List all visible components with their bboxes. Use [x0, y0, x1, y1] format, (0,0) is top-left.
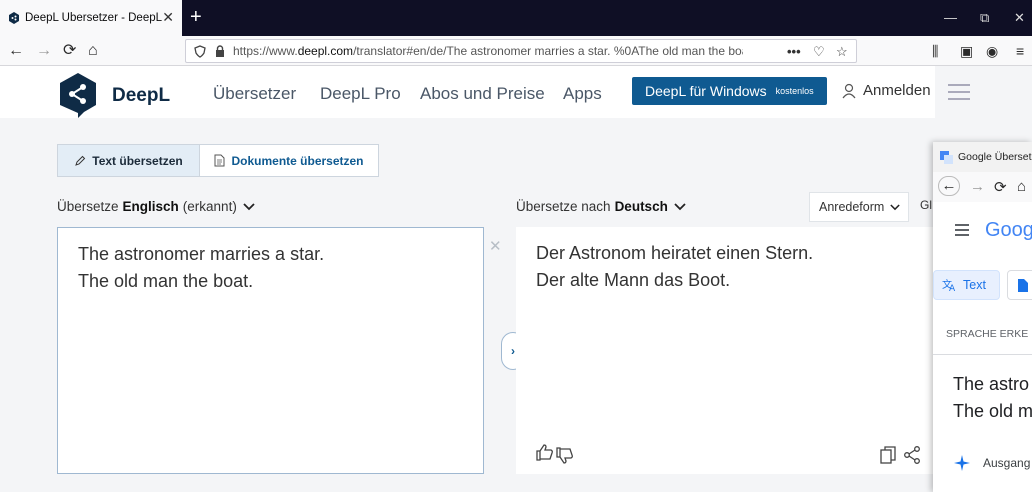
google-document-mode-button[interactable]	[1007, 270, 1032, 300]
share-icon[interactable]	[904, 446, 920, 464]
chevron-down-icon	[243, 202, 255, 210]
tab-translate-text-label: Text übersetzen	[92, 153, 183, 168]
forward-arrow-icon[interactable]: →	[970, 178, 985, 195]
window-restore-icon[interactable]: ⧉	[980, 10, 989, 26]
target-language-name: Deutsch	[614, 199, 668, 214]
tab-close-icon[interactable]: ✕	[162, 10, 174, 24]
url-text: https://www.deepl.com/translator#en/de/T…	[233, 44, 743, 58]
target-text-line: Der Astronom heiratet einen Stern.	[536, 243, 814, 263]
pencil-icon	[75, 155, 86, 166]
url-prefix: https://www.	[233, 44, 298, 58]
formality-dropdown[interactable]: Anredeform	[809, 192, 909, 222]
nav-apps-link[interactable]: Apps	[563, 84, 602, 104]
thumbs-down-icon[interactable]	[556, 447, 574, 465]
nav-deepl-pro-link[interactable]: DeepL Pro	[320, 84, 401, 104]
source-text-line: The old man the boat.	[78, 271, 254, 291]
login-button[interactable]: Anmelden	[842, 82, 931, 99]
google-nav-bar: ← → ⟳ ⌂	[933, 172, 1032, 202]
page-actions-icon[interactable]: •••	[787, 44, 801, 59]
sidebar-icon[interactable]: ▣	[960, 42, 973, 60]
thumbs-up-icon[interactable]	[536, 443, 554, 461]
clear-text-icon[interactable]: ✕	[489, 237, 502, 255]
google-source-line: The old m	[953, 401, 1032, 421]
browser-tab-strip: DeepL Übersetzer - DeepL Tran ✕ + — ⧉ ✕	[0, 0, 1032, 36]
deepl-favicon-icon	[9, 12, 19, 24]
browser-tab-title: DeepL Übersetzer - DeepL Tran	[25, 12, 165, 24]
source-language-detected: (erkannt)	[182, 199, 237, 214]
menu-icon[interactable]: ≡	[1016, 42, 1024, 60]
home-icon[interactable]: ⌂	[88, 42, 98, 60]
reload-icon[interactable]: ⟳	[994, 178, 1007, 196]
library-icon[interactable]: ⫼	[932, 42, 938, 60]
translate-icon: 文A	[942, 278, 956, 292]
tab-translate-documents-label: Dokumente übersetzen	[231, 153, 364, 168]
document-icon	[214, 154, 225, 167]
google-detect-language-tab[interactable]: SPRACHE ERKE	[946, 328, 1028, 340]
login-label: Anmelden	[863, 82, 931, 99]
formality-label: Anredeform	[819, 200, 885, 214]
download-windows-badge: kostenlos	[775, 86, 814, 96]
glossary-button-partial[interactable]: Gl	[920, 198, 932, 212]
google-text-mode-label: Text	[963, 278, 986, 292]
account-icon[interactable]: ◉	[986, 42, 998, 60]
url-path: /translator#en/de/The astronomer marries…	[353, 44, 743, 58]
google-translate-favicon-icon	[940, 150, 953, 164]
google-suggestion-label: Ausgang	[983, 456, 1031, 470]
google-menu-icon[interactable]	[955, 224, 969, 239]
tab-translate-text[interactable]: Text übersetzen	[58, 145, 200, 176]
back-arrow-icon[interactable]: ←	[938, 176, 960, 196]
user-icon	[842, 83, 856, 98]
nav-pricing-link[interactable]: Abos und Preise	[420, 84, 545, 104]
reload-icon[interactable]: ⟳	[63, 42, 76, 60]
target-text-line: Der alte Mann das Boot.	[536, 270, 731, 290]
deepl-logo-icon[interactable]	[56, 71, 100, 119]
window-close-icon[interactable]: ✕	[1014, 10, 1025, 26]
tab-translate-documents[interactable]: Dokumente übersetzen	[200, 145, 378, 176]
copy-icon[interactable]	[880, 446, 896, 464]
google-tab-title: Google Übersetz	[958, 151, 1032, 163]
chevron-right-icon: ›	[511, 344, 515, 358]
tracking-shield-icon[interactable]	[194, 44, 206, 58]
home-icon[interactable]: ⌂	[1017, 178, 1026, 195]
bookmark-star-icon[interactable]: ☆	[836, 44, 848, 60]
download-windows-label: DeepL für Windows	[645, 83, 767, 99]
target-language-prefix: Übersetze nach	[516, 199, 611, 214]
source-text-line: The astronomer marries a star.	[78, 244, 325, 264]
source-language-prefix: Übersetze	[57, 199, 119, 214]
source-language-name: Englisch	[122, 199, 179, 214]
hamburger-menu-icon[interactable]	[948, 84, 970, 105]
document-icon	[1018, 279, 1028, 292]
back-arrow-icon[interactable]: ←	[8, 42, 24, 60]
google-source-line: The astro	[953, 374, 1030, 394]
google-suggestion-row[interactable]: Ausgang	[953, 454, 1030, 472]
pocket-icon[interactable]: ♡	[813, 44, 825, 60]
chevron-down-icon	[674, 202, 686, 210]
window-minimize-icon[interactable]: —	[944, 10, 957, 25]
source-language-selector[interactable]: Übersetze Englisch (erkannt)	[57, 199, 255, 214]
google-browser-tab[interactable]: Google Übersetz	[933, 142, 1032, 172]
svg-text:A: A	[949, 284, 956, 292]
translation-mode-tabs: Text übersetzen Dokumente übersetzen	[57, 144, 379, 177]
divider	[933, 354, 1032, 355]
new-tab-button[interactable]: +	[190, 7, 202, 27]
source-text-area[interactable]: The astronomer marries a star. The old m…	[57, 227, 502, 474]
deepl-header: DeepL Übersetzer DeepL Pro Abos und Prei…	[0, 66, 970, 119]
target-text-area: Der Astronom heiratet einen Stern. Der a…	[516, 227, 935, 474]
browser-nav-bar: ← → ⟳ ⌂ https://www.deepl.com/translator…	[0, 36, 1032, 66]
google-text-mode-button[interactable]: 文A Text	[933, 270, 1000, 300]
nav-translator-link[interactable]: Übersetzer	[213, 84, 296, 104]
target-language-selector[interactable]: Übersetze nach Deutsch	[516, 199, 686, 214]
forward-arrow-icon[interactable]: →	[36, 42, 52, 60]
chevron-down-icon	[890, 203, 901, 210]
browser-tab-deepl[interactable]: DeepL Übersetzer - DeepL Tran ✕	[0, 0, 182, 36]
url-domain: deepl.com	[297, 44, 354, 58]
deepl-logo-text[interactable]: DeepL	[112, 85, 170, 107]
lock-icon[interactable]	[215, 45, 225, 57]
url-bar[interactable]: https://www.deepl.com/translator#en/de/T…	[185, 39, 857, 63]
google-translate-window[interactable]: Google Übersetz ← → ⟳ ⌂ Googl 文A Text SP…	[933, 142, 1032, 492]
sparkle-icon	[954, 455, 970, 471]
download-windows-button[interactable]: DeepL für Windows kostenlos	[632, 77, 827, 105]
google-logo[interactable]: Googl	[985, 219, 1032, 242]
